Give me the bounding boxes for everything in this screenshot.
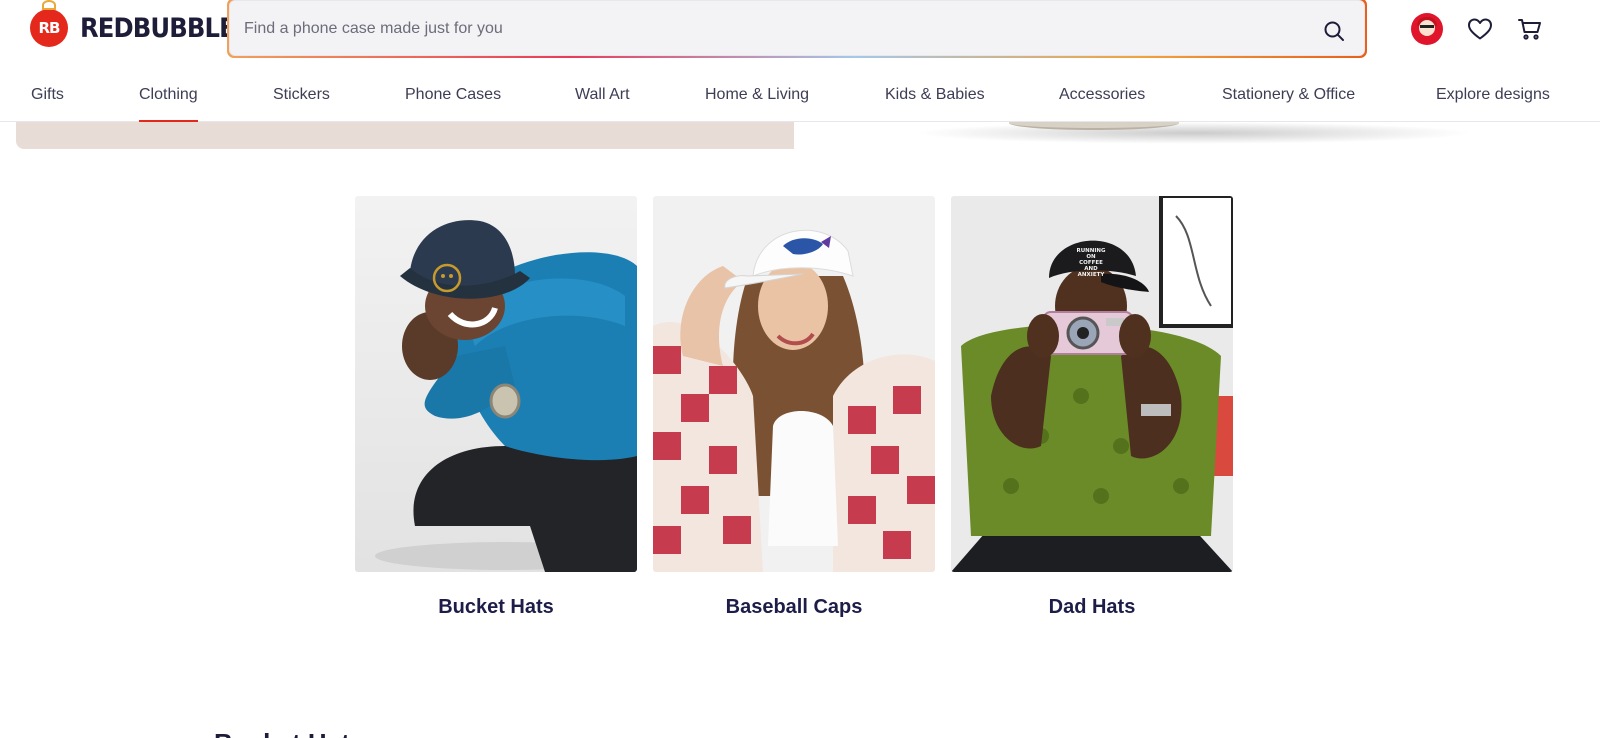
- redbubble-logo[interactable]: RB REDBUBBLE: [30, 0, 252, 48]
- bucket-hats-image[interactable]: [355, 196, 637, 572]
- cart-button[interactable]: [1513, 12, 1547, 46]
- hero-banner-image: [794, 122, 1584, 149]
- site-header: RB REDBUBBLE Gifts Clothing Stic: [0, 0, 1600, 122]
- section-heading-bucket-hats: Bucket Hats: [214, 728, 364, 738]
- search-bar: [227, 0, 1367, 58]
- svg-text:ANXIETY: ANXIETY: [1078, 272, 1106, 278]
- nav-item-kids-babies[interactable]: Kids & Babies: [885, 78, 985, 122]
- category-card-baseball-caps[interactable]: Baseball Caps: [653, 196, 935, 619]
- dad-hats-title[interactable]: Dad Hats: [951, 596, 1233, 619]
- favorites-button[interactable]: [1463, 12, 1497, 46]
- dad-hats-image[interactable]: RUNNING ON COFFEE AND ANXIETY: [951, 196, 1233, 572]
- cart-icon: [1518, 19, 1541, 40]
- logo-mark-icon: RB: [30, 0, 68, 47]
- baseball-caps-image[interactable]: [653, 196, 935, 572]
- baseball-caps-title[interactable]: Baseball Caps: [653, 596, 935, 619]
- category-card-dad-hats[interactable]: RUNNING ON COFFEE AND ANXIETY Dad Hats: [951, 196, 1233, 619]
- avatar: [1411, 13, 1443, 45]
- hero-banner-panel: [16, 122, 794, 149]
- nav-item-gifts[interactable]: Gifts: [31, 78, 64, 122]
- nav-item-explore-designs[interactable]: Explore designs: [1436, 78, 1550, 122]
- nav-item-accessories[interactable]: Accessories: [1059, 78, 1145, 122]
- category-card-bucket-hats[interactable]: Bucket Hats: [355, 196, 637, 619]
- search-input[interactable]: [244, 15, 1284, 43]
- nav-item-phone-cases[interactable]: Phone Cases: [405, 78, 501, 122]
- search-icon[interactable]: [1322, 19, 1346, 43]
- nav-item-home-living[interactable]: Home & Living: [705, 78, 809, 122]
- nav-item-stickers[interactable]: Stickers: [273, 78, 330, 122]
- nav-item-wall-art[interactable]: Wall Art: [575, 78, 630, 122]
- nav-item-stationery-office[interactable]: Stationery & Office: [1222, 78, 1355, 122]
- logo-wordmark: REDBUBBLE: [80, 12, 236, 44]
- category-nav: Gifts Clothing Stickers Phone Cases Wall…: [0, 78, 1600, 122]
- nav-item-clothing[interactable]: Clothing: [139, 78, 198, 122]
- user-avatar-button[interactable]: [1410, 12, 1444, 46]
- heart-icon: [1468, 18, 1492, 40]
- bucket-hats-title[interactable]: Bucket Hats: [355, 596, 637, 619]
